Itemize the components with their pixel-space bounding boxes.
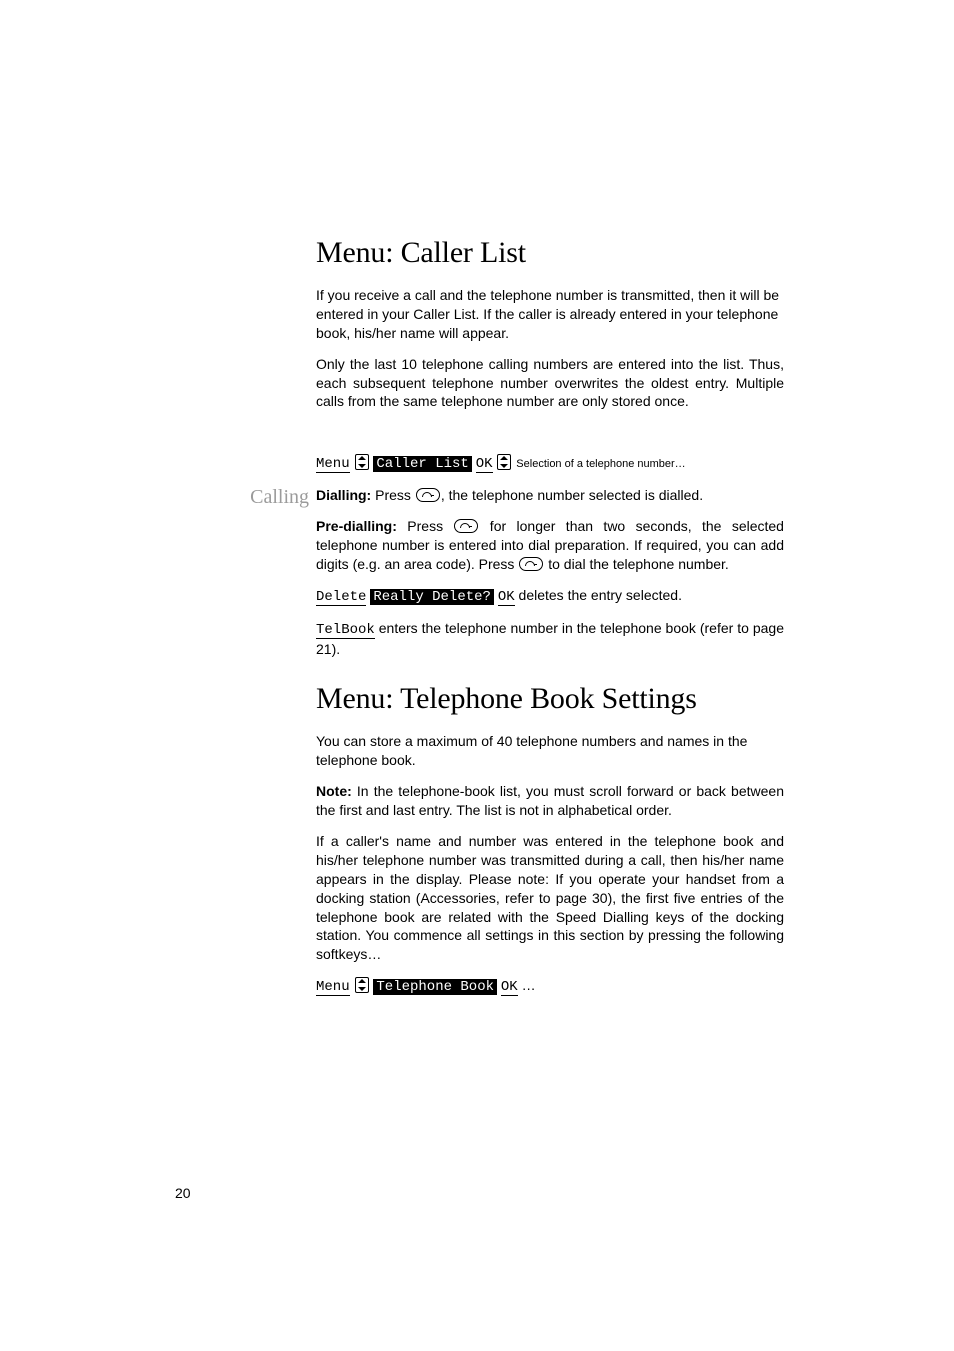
call-key-icon	[454, 519, 478, 533]
note-label: Note:	[316, 783, 352, 799]
telbook-sequence: Menu Telephone Book OK …	[316, 976, 784, 997]
telbook-para1: You can store a maximum of 40 telephone …	[316, 732, 784, 770]
softkey-menu: Menu	[316, 979, 350, 996]
dialling-text: , the telephone number selected is diall…	[441, 487, 703, 503]
trail-text: Selection of a telephone number…	[516, 458, 685, 470]
telbook-tail: enters the telephone number in the telep…	[316, 620, 784, 657]
softkey-caller-list: Caller List	[373, 456, 471, 472]
predialling-label: Pre-dialling:	[316, 518, 397, 534]
softkey-delete: Delete	[316, 589, 366, 606]
telbook-para3: If a caller's name and number was entere…	[316, 832, 784, 964]
dialling-line: Dialling: Press , the telephone number s…	[316, 486, 784, 505]
caller-list-para1: If you receive a call and the telephone …	[316, 286, 784, 343]
softkey-ok: OK	[501, 979, 518, 996]
telbook-line: TelBook enters the telephone number in t…	[316, 619, 784, 659]
page-number: 20	[175, 1185, 191, 1201]
dialling-label: Dialling:	[316, 487, 371, 503]
heading-caller-list: Menu: Caller List	[316, 236, 784, 270]
delete-tail: deletes the entry selected.	[515, 587, 682, 603]
caller-list-para2: Only the last 10 telephone calling numbe…	[316, 355, 784, 412]
softkey-menu: Menu	[316, 456, 350, 473]
telbook-note: Note: In the telephone-book list, you mu…	[316, 782, 784, 820]
page: Calling Menu: Caller List If you receive…	[0, 0, 954, 1351]
predialling-line: Pre-dialling: Press for longer than two …	[316, 517, 784, 574]
content-column: Menu: Caller List If you receive a call …	[316, 236, 784, 1009]
updown-icon	[355, 977, 369, 993]
softkey-telbook: TelBook	[316, 622, 375, 639]
call-key-icon	[519, 557, 543, 571]
heading-telbook-settings: Menu: Telephone Book Settings	[316, 682, 784, 716]
delete-line: Delete Really Delete? OK deletes the ent…	[316, 586, 784, 607]
side-heading-calling: Calling	[250, 486, 309, 509]
calling-sequence: Menu Caller List OK Selection of a telep…	[316, 453, 784, 474]
predial-post: to dial the telephone number.	[544, 556, 728, 572]
updown-icon	[355, 454, 369, 470]
softkey-ok: OK	[476, 456, 493, 473]
softkey-really-delete: Really Delete?	[370, 589, 494, 605]
call-key-icon	[416, 488, 440, 502]
softkey-ok: OK	[498, 589, 515, 606]
softkey-telephone-book: Telephone Book	[373, 979, 497, 995]
note-body: In the telephone-book list, you must scr…	[316, 783, 784, 818]
updown-icon	[497, 454, 511, 470]
trail-dots: …	[522, 977, 536, 993]
